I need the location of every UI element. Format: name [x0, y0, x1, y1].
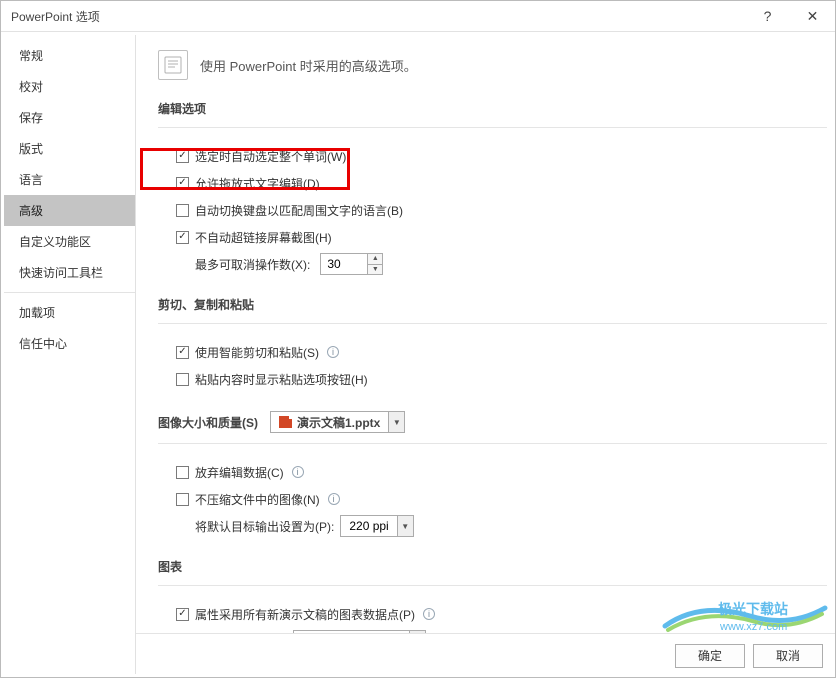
nav-trust-center[interactable]: 信任中心: [4, 328, 135, 359]
info-icon[interactable]: i: [327, 346, 339, 358]
checkbox-no-screenshot-hyperlink[interactable]: [176, 231, 189, 244]
nav-customize-ribbon[interactable]: 自定义功能区: [4, 226, 135, 257]
label-drag-drop-edit: 允许拖放式文字编辑(D): [195, 175, 320, 192]
checkbox-select-whole-word[interactable]: [176, 150, 189, 163]
nav-language[interactable]: 语言: [4, 164, 135, 195]
label-select-whole-word: 选定时自动选定整个单词(W): [195, 148, 346, 165]
pptx-file-icon: [279, 416, 292, 428]
info-icon[interactable]: i: [423, 608, 435, 620]
section-image-body: 放弃编辑数据(C) i 不压缩文件中的图像(N) i 将默认目标输出设置为(P)…: [158, 443, 827, 544]
close-button[interactable]: ✕: [790, 1, 835, 32]
label-chart-all-new: 属性采用所有新演示文稿的图表数据点(P): [195, 606, 415, 623]
info-icon[interactable]: i: [328, 493, 340, 505]
max-undo-spinner[interactable]: ▲ ▼: [368, 253, 383, 275]
section-chart-header: 图表: [158, 558, 827, 579]
checkbox-no-compress-images[interactable]: [176, 493, 189, 506]
cancel-button[interactable]: 取消: [753, 644, 823, 668]
help-button[interactable]: ?: [745, 1, 790, 32]
nav-separator: [4, 292, 135, 293]
default-resolution-dropdown[interactable]: 220 ppi ▼: [340, 515, 413, 537]
nav-addins[interactable]: 加载项: [4, 297, 135, 328]
dialog-body: 常规 校对 保存 版式 语言 高级 自定义功能区 快速访问工具栏 加载项 信任中…: [1, 32, 835, 677]
image-target-file-dropdown[interactable]: 演示文稿1.pptx ▼: [270, 411, 405, 433]
section-image-header: 图像大小和质量(S) 演示文稿1.pptx ▼: [158, 411, 827, 437]
nav-advanced[interactable]: 高级: [4, 195, 135, 226]
options-dialog: PowerPoint 选项 ? ✕ 常规 校对 保存 版式 语言 高级 自定义功…: [0, 0, 836, 678]
titlebar: PowerPoint 选项 ? ✕: [1, 1, 835, 32]
section-image-title: 图像大小和质量(S): [158, 414, 258, 431]
checkbox-auto-keyboard[interactable]: [176, 204, 189, 217]
default-resolution-value: 220 ppi: [349, 519, 388, 533]
image-target-file-value: 演示文稿1.pptx: [297, 414, 380, 431]
page-heading: 使用 PowerPoint 时采用的高级选项。: [158, 50, 827, 80]
checkbox-chart-all-new[interactable]: [176, 608, 189, 621]
nav-layout[interactable]: 版式: [4, 133, 135, 164]
label-smart-cut-paste: 使用智能剪切和粘贴(S): [195, 344, 319, 361]
chevron-down-icon[interactable]: ▼: [397, 516, 413, 536]
checkbox-discard-edit-data[interactable]: [176, 466, 189, 479]
content-scroll[interactable]: 使用 PowerPoint 时采用的高级选项。 编辑选项 选定时自动选定整个单词…: [136, 32, 835, 633]
category-sidebar[interactable]: 常规 校对 保存 版式 语言 高级 自定义功能区 快速访问工具栏 加载项 信任中…: [4, 35, 136, 674]
chevron-down-icon[interactable]: ▼: [388, 412, 404, 432]
label-no-compress-images: 不压缩文件中的图像(N): [195, 491, 320, 508]
ok-button[interactable]: 确定: [675, 644, 745, 668]
max-undo-value[interactable]: 30: [320, 253, 368, 275]
dialog-title: PowerPoint 选项: [11, 8, 745, 25]
label-auto-keyboard: 自动切换键盘以匹配周围文字的语言(B): [195, 202, 403, 219]
section-edit-body: 选定时自动选定整个单词(W) 允许拖放式文字编辑(D) 自动切换键盘以匹配周围文…: [158, 127, 827, 282]
label-show-paste-options: 粘贴内容时显示粘贴选项按钮(H): [195, 371, 368, 388]
nav-proofing[interactable]: 校对: [4, 71, 135, 102]
nav-save[interactable]: 保存: [4, 102, 135, 133]
checkbox-drag-drop-edit[interactable]: [176, 177, 189, 190]
settings-page-icon: [158, 50, 188, 80]
checkbox-smart-cut-paste[interactable]: [176, 346, 189, 359]
label-max-undo: 最多可取消操作数(X):: [195, 256, 310, 273]
checkbox-show-paste-options[interactable]: [176, 373, 189, 386]
nav-quick-access[interactable]: 快速访问工具栏: [4, 257, 135, 288]
section-cut-body: 使用智能剪切和粘贴(S) i 粘贴内容时显示粘贴选项按钮(H): [158, 323, 827, 397]
label-discard-edit-data: 放弃编辑数据(C): [195, 464, 284, 481]
page-heading-text: 使用 PowerPoint 时采用的高级选项。: [200, 56, 417, 75]
label-default-resolution: 将默认目标输出设置为(P):: [195, 518, 334, 535]
dialog-footer: 确定 取消: [136, 633, 835, 677]
spin-up-icon[interactable]: ▲: [368, 254, 382, 265]
section-chart-body: 属性采用所有新演示文稿的图表数据点(P) i 当前演示文稿(C): 演示文稿1.…: [158, 585, 827, 633]
section-edit-header: 编辑选项: [158, 100, 827, 121]
max-undo-input[interactable]: 30 ▲ ▼: [320, 253, 383, 275]
content-wrapper: 使用 PowerPoint 时采用的高级选项。 编辑选项 选定时自动选定整个单词…: [136, 32, 835, 677]
section-cut-header: 剪切、复制和粘贴: [158, 296, 827, 317]
info-icon[interactable]: i: [292, 466, 304, 478]
nav-general[interactable]: 常规: [4, 40, 135, 71]
spin-down-icon[interactable]: ▼: [368, 265, 382, 275]
label-no-screenshot-hyperlink: 不自动超链接屏幕截图(H): [195, 229, 332, 246]
